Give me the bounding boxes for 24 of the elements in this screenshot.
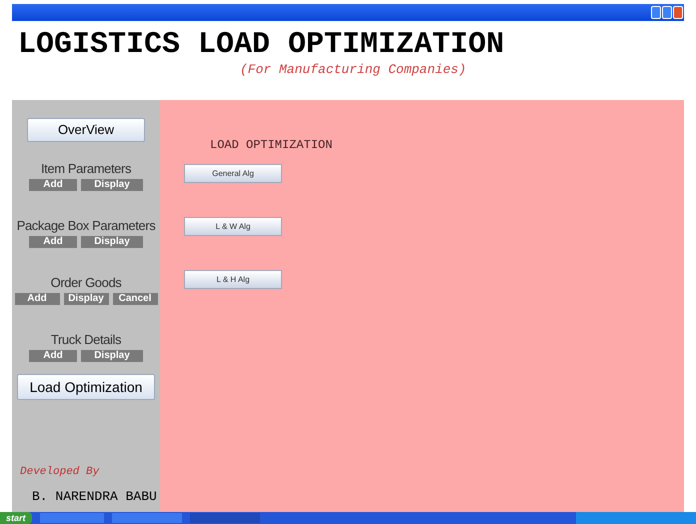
section-button[interactable]: Add [29,179,77,191]
algorithm-button[interactable]: L & H Alg [184,270,282,289]
section-button[interactable]: Display [80,236,143,248]
section-button[interactable]: Cancel [112,293,158,305]
section-heading: Package Box Parameters [16,217,156,234]
start-button[interactable]: start [0,512,32,524]
credit-name: B. NARENDRA BABU [31,488,157,506]
load-optimization-button[interactable]: Load Optimization [17,374,155,400]
section-button[interactable]: Display [81,179,143,191]
section-heading: Order Goods [50,274,122,291]
algorithm-button[interactable]: L & W Alg [184,217,282,236]
section-button[interactable]: Add [29,350,77,362]
overview-button[interactable]: OverView [27,118,145,142]
section-heading: Truck Details [50,331,122,348]
section-button[interactable]: Display [81,350,143,362]
section-button[interactable]: Display [64,293,108,305]
section-button[interactable]: Add [14,293,60,305]
app-title: LOGISTICS LOAD OPTIMIZATION [18,27,506,63]
section-button[interactable]: Add [28,236,77,248]
algorithm-button[interactable]: General Alg [184,164,282,183]
credit-label: Developed By [20,465,100,480]
app-subtitle: (For Manufacturing Companies) [240,63,468,77]
section-heading: Item Parameters [40,160,132,177]
main-heading: LOAD OPTIMIZATION [210,137,334,154]
